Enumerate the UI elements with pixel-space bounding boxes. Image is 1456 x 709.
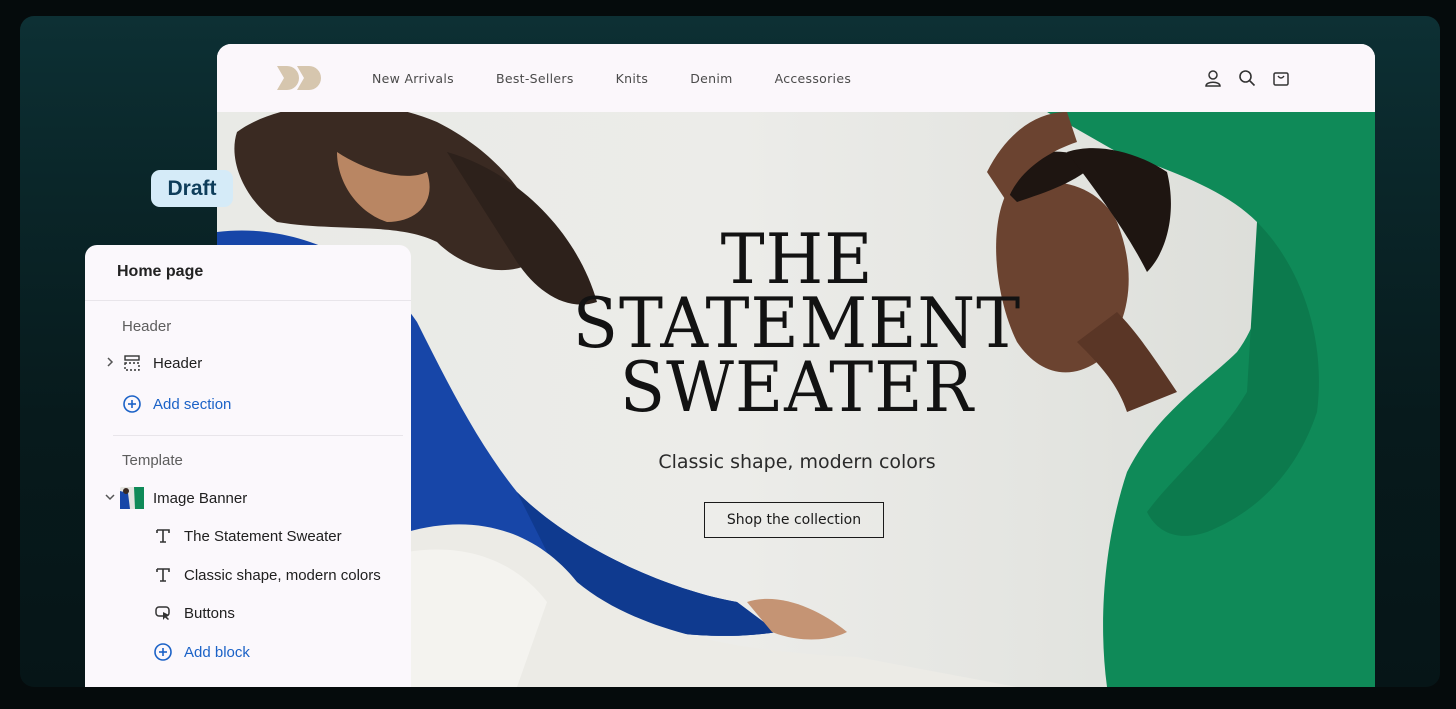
add-block-label: Add block: [184, 643, 250, 661]
chevron-down-icon[interactable]: [104, 491, 116, 505]
editor-sidebar: Home page Header Header Add section Temp…: [85, 245, 411, 687]
block-item-subheading[interactable]: Classic shape, modern colors: [153, 565, 381, 585]
cart-icon[interactable]: [1271, 68, 1291, 88]
group-label-header: Header: [122, 318, 172, 335]
plus-circle-icon: [122, 394, 142, 414]
layout-header-icon: [122, 353, 142, 373]
plus-circle-icon: [153, 642, 173, 662]
add-block-button[interactable]: Add block: [153, 642, 250, 662]
add-section-label: Add section: [153, 395, 232, 413]
text-icon: [153, 526, 173, 546]
divider: [85, 300, 411, 301]
section-item-label: Header: [153, 354, 203, 372]
site-header: New Arrivals Best-Sellers Knits Denim Ac…: [217, 44, 1375, 112]
group-label-template: Template: [122, 452, 183, 469]
nav-link-knits[interactable]: Knits: [616, 71, 649, 86]
text-icon: [153, 565, 173, 585]
hero-headline: THE STATEMENT SWEATER: [517, 219, 1077, 428]
search-icon[interactable]: [1237, 68, 1257, 88]
account-icon[interactable]: [1203, 68, 1223, 88]
headline-line: THE: [720, 219, 874, 300]
nav-link-denim[interactable]: Denim: [690, 71, 732, 86]
chevron-right-icon[interactable]: [105, 356, 115, 371]
header-icons: [1203, 68, 1291, 88]
headline-line: SWEATER: [619, 347, 975, 428]
draft-badge: Draft: [151, 170, 233, 207]
divider: [113, 435, 403, 436]
nav-link-new-arrivals[interactable]: New Arrivals: [372, 71, 454, 86]
image-thumbnail: [120, 487, 144, 509]
nav-link-accessories[interactable]: Accessories: [775, 71, 852, 86]
section-item-header[interactable]: Header: [122, 353, 202, 373]
section-item-image-banner[interactable]: Image Banner: [120, 487, 247, 509]
page-title: Home page: [117, 263, 204, 280]
block-item-label: Classic shape, modern colors: [184, 566, 381, 584]
block-item-heading[interactable]: The Statement Sweater: [153, 526, 342, 546]
section-item-label: Image Banner: [153, 489, 248, 507]
block-item-label: Buttons: [184, 604, 235, 622]
shop-collection-button[interactable]: Shop the collection: [704, 502, 884, 538]
main-nav: New Arrivals Best-Sellers Knits Denim Ac…: [372, 44, 893, 112]
block-item-label: The Statement Sweater: [184, 527, 342, 545]
headline-line: STATEMENT: [572, 283, 1022, 364]
button-icon: [153, 603, 173, 623]
nav-link-best-sellers[interactable]: Best-Sellers: [496, 71, 574, 86]
add-section-button[interactable]: Add section: [122, 394, 231, 414]
brand-logo[interactable]: [277, 64, 325, 92]
block-item-buttons[interactable]: Buttons: [153, 603, 235, 623]
hero-subheading: Classic shape, modern colors: [658, 451, 936, 473]
